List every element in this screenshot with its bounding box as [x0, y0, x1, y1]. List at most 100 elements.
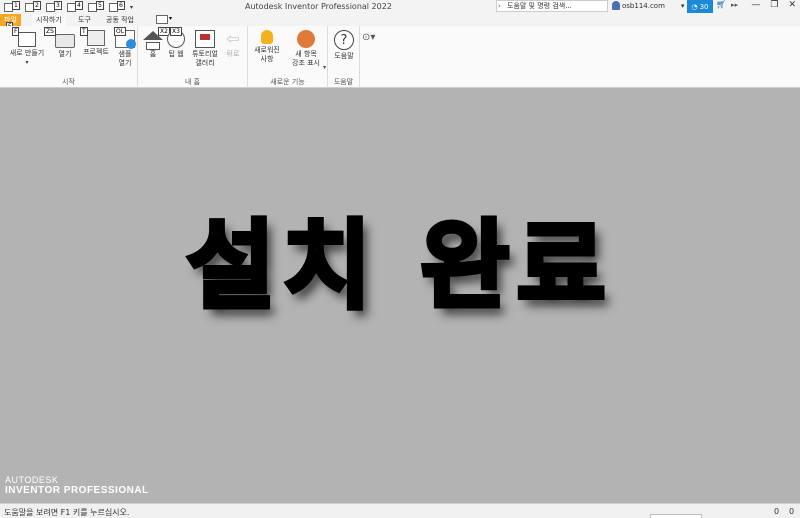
- tutorial-icon: [195, 30, 215, 48]
- keytip: F: [12, 27, 20, 36]
- home-icon-body: [146, 42, 160, 50]
- title-bar: 1 2 3 4 5 6 ▾ Autodesk Inventor Professi…: [0, 0, 800, 14]
- whats-new-label-2: 사항: [260, 55, 274, 63]
- user-icon: [612, 1, 620, 10]
- open-samples-label-1: 샘플: [118, 50, 132, 58]
- tab-collaborate[interactable]: 공동 작업: [102, 14, 138, 26]
- new-label: 새로 만들기: [9, 49, 45, 57]
- open-samples-button[interactable]: OL 샘플 열기: [112, 27, 138, 68]
- keytip: 3: [54, 1, 62, 10]
- open-label: 열기: [58, 50, 72, 58]
- back-button[interactable]: ⇦ 뒤로: [222, 30, 244, 59]
- keytip: ZS: [44, 27, 56, 36]
- folder-open-icon: [55, 34, 75, 48]
- tip-web-label: 팁 웹: [168, 50, 184, 58]
- chevron-down-icon: ▾: [680, 1, 685, 10]
- group-label-new-features: 새로운 기능: [270, 78, 305, 86]
- window-controls: — ❐ ✕: [751, 0, 796, 10]
- minimize-icon[interactable]: —: [751, 0, 760, 10]
- tutorial-gallery-label-2: 갤러리: [195, 59, 215, 67]
- back-label: 뒤로: [226, 50, 240, 58]
- chevron-down-icon[interactable]: ▾: [169, 15, 172, 22]
- help-icon: ?: [334, 30, 354, 50]
- cart-icon[interactable]: 🛒︎: [716, 0, 726, 9]
- keytip: 6: [117, 1, 125, 10]
- whats-new-label-1: 새로워진: [254, 46, 280, 54]
- group-label-my-home: 내 홈: [184, 78, 201, 86]
- status-text: 도움말을 보려면 F1 키를 누르십시오.: [4, 508, 130, 517]
- highlight-new-button[interactable]: 새 항목 강조 표시: [286, 30, 326, 68]
- customize-dropdown-icon[interactable]: ▾: [130, 4, 133, 11]
- projects-button[interactable]: T 프로젝트: [78, 27, 114, 57]
- more-icon[interactable]: ▸▸: [731, 1, 738, 9]
- new-file-icon: [18, 32, 36, 47]
- tab-file[interactable]: 파일 F: [0, 14, 21, 31]
- quick-access-button-2[interactable]: 2: [25, 1, 43, 13]
- chevron-down-icon[interactable]: ▾: [323, 64, 326, 71]
- open-button[interactable]: ZS 열기: [44, 27, 78, 59]
- user-account[interactable]: osb114.com ▾: [612, 1, 684, 10]
- group-help: ? 도움말 도움말: [328, 26, 360, 88]
- ribbon-panel: F 새로 만들기 ▾ ZS 열기 T 프로젝트 OL 샘플 열기 시작 X2 홈…: [0, 26, 800, 88]
- app-title: Autodesk Inventor Professional 2022: [245, 2, 392, 11]
- autodesk-logo: AUTODESK INVENTOR PROFESSIONAL: [5, 475, 149, 497]
- status-count-1: 0: [774, 507, 780, 516]
- trial-badge[interactable]: ◔ 30: [687, 0, 713, 13]
- chevron-down-icon: ▾: [25, 59, 29, 66]
- highlight-new-icon: [297, 30, 315, 48]
- back-arrow-icon: ⇦: [226, 29, 240, 48]
- tutorial-gallery-label-1: 튜토리얼: [192, 50, 218, 58]
- keytip: T: [80, 27, 88, 36]
- tutorial-gallery-button[interactable]: 튜토리얼 갤러리: [188, 30, 222, 68]
- keytip: 4: [75, 1, 83, 10]
- keytip: 5: [96, 1, 104, 10]
- quick-access-button-5[interactable]: 5: [88, 1, 106, 13]
- whats-new-button[interactable]: 새로워진 사항: [250, 30, 284, 64]
- quick-access-button-6[interactable]: 6: [109, 1, 127, 13]
- search-placeholder: 도움말 및 명령 검색...: [507, 2, 572, 10]
- help-button[interactable]: ? 도움말: [331, 30, 357, 61]
- group-start: F 새로 만들기 ▾ ZS 열기 T 프로젝트 OL 샘플 열기 시작: [0, 26, 138, 88]
- home-label: 홈: [149, 50, 157, 58]
- group-my-home: X2 홈 X3 팁 웹 튜토리얼 갤러리 ⇦ 뒤로 내 홈: [138, 26, 248, 88]
- ribbon-tabs: 파일 F 시작하기 도구 공동 작업 ▾: [0, 14, 800, 31]
- status-count-2: 0: [789, 507, 795, 516]
- status-progress-box: [650, 514, 702, 518]
- lightbulb-icon: [261, 30, 273, 44]
- tab-label: 도구: [78, 16, 91, 24]
- group-label-help: 도움말: [333, 78, 354, 86]
- ribbon-options-icon[interactable]: [156, 15, 168, 24]
- installation-complete-text: 설치 완료: [184, 208, 614, 325]
- clock-icon: ◔: [691, 2, 698, 11]
- ribbon-display-options-icon[interactable]: ⊙▾: [362, 32, 375, 43]
- restore-icon[interactable]: ❐: [770, 0, 778, 10]
- help-label: 도움말: [334, 52, 354, 60]
- tab-get-started[interactable]: 시작하기: [32, 14, 66, 26]
- close-icon[interactable]: ✕: [788, 0, 796, 10]
- highlight-new-label-2: 강조 표시: [292, 59, 320, 67]
- highlight-new-label-1: 새 항목: [295, 50, 317, 58]
- status-bar: 도움말을 보려면 F1 키를 누르십시오. 0 0: [0, 503, 800, 518]
- brand-line-1: AUTODESK: [5, 475, 59, 485]
- tip-web-button[interactable]: X3 팁 웹: [164, 27, 188, 59]
- quick-access-button-1[interactable]: 1: [4, 1, 22, 13]
- home-button[interactable]: X2 홈: [142, 27, 170, 59]
- keytip: OL: [114, 27, 127, 36]
- user-name: osb114.com: [622, 1, 665, 10]
- quick-access-toolbar: 1 2 3 4 5 6 ▾: [4, 1, 133, 13]
- tab-label: 시작하기: [36, 16, 62, 24]
- keytip: X3: [170, 27, 182, 36]
- tab-label: 공동 작업: [106, 16, 134, 24]
- help-search-input[interactable]: › 도움말 및 명령 검색...: [496, 0, 608, 12]
- keytip: 1: [12, 1, 20, 10]
- open-samples-label-2: 열기: [118, 59, 132, 67]
- brand-line-2: INVENTOR PROFESSIONAL: [5, 485, 149, 496]
- inventor-window: 1 2 3 4 5 6 ▾ Autodesk Inventor Professi…: [0, 0, 800, 518]
- projects-label: 프로젝트: [83, 48, 109, 56]
- search-arrow-icon: ›: [498, 2, 501, 10]
- quick-access-button-4[interactable]: 4: [67, 1, 85, 13]
- keytip: 2: [33, 1, 41, 10]
- quick-access-button-3[interactable]: 3: [46, 1, 64, 13]
- tab-tools[interactable]: 도구: [74, 14, 95, 26]
- group-label-start: 시작: [62, 78, 75, 86]
